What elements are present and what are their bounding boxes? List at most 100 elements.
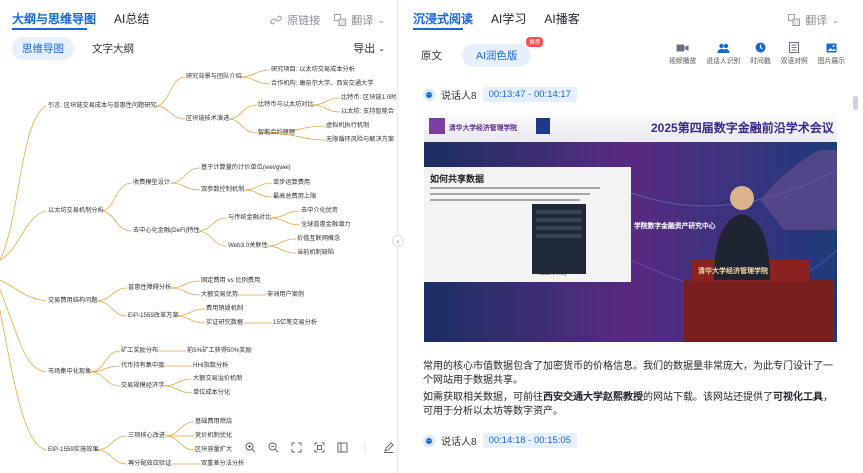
fullscreen-icon[interactable] <box>313 441 325 453</box>
mindmap-node[interactable]: 大额交易优势 <box>201 291 238 299</box>
mindmap-node[interactable]: EIP-1559改革方案 <box>128 312 179 320</box>
mindmap-node[interactable]: 以太坊: 支持智能合 <box>341 108 394 116</box>
speaker-identification-toggle[interactable]: 说话人识别 <box>706 42 740 65</box>
mindmap-view-button[interactable]: 思维导图 <box>12 37 74 60</box>
transcript-paragraph: 如需获取相关数据，可前往西安交通大学赵熙教授的网站下载。该网站还提供了可视化工具… <box>423 391 835 419</box>
translate-label: 翻译 <box>805 15 828 27</box>
mindmap-node[interactable]: 代币持有集中度 <box>121 362 164 370</box>
mindmap-node[interactable]: 区块容量扩大 <box>195 446 232 454</box>
mindmap-node[interactable]: 收费模型设计 <box>133 179 170 187</box>
mindmap-node[interactable]: 交易费用结构问题 <box>48 297 98 305</box>
video-playback-toggle[interactable]: 视频播放 <box>669 42 696 65</box>
source-link-button[interactable]: 原链接 <box>270 12 320 28</box>
timestamp-badge[interactable]: 00:13:47 - 00:14:17 <box>482 87 577 102</box>
link-icon <box>270 15 283 25</box>
export-dropdown[interactable]: 导出 ⌄ <box>353 40 385 56</box>
conference-title: 2025第四届数字金融前沿学术会议 <box>651 121 834 135</box>
users-icon <box>717 42 730 53</box>
mindmap-node[interactable]: 引言: 区块链交易成本与普惠性问题研究 <box>48 102 157 110</box>
text-version-switch: 原文 AI润色版 推荐 <box>411 37 544 67</box>
mindmap-node[interactable]: 双重差分法分析 <box>201 460 244 468</box>
mindmap-node[interactable]: 前5%矿工获得50%奖励 <box>187 347 252 355</box>
mindmap-node[interactable]: 区块链技术演进 <box>186 115 229 123</box>
fit-screen-icon[interactable] <box>290 441 302 453</box>
mindmap-node[interactable]: 市场集中化现象 <box>48 368 91 376</box>
reader-pane: 沉浸式阅读 AI学习 AI播客 翻译 ⌄ 原文 AI润色版 推荐 视频播放 说话… <box>399 0 863 473</box>
mindmap-node[interactable]: 实证研究数据 <box>206 319 243 327</box>
export-label: 导出 <box>353 43 376 55</box>
slide-caption: Data API Key <box>540 271 567 276</box>
mindmap-node[interactable]: 费用销毁机制 <box>206 305 243 313</box>
paragraph-text: 常用的核心市值数据包含了加密货币的价格信息。我们的数据量非常庞大，为此专门设计了… <box>423 361 833 386</box>
mindmap-node[interactable]: 矿工奖励分布 <box>121 347 158 355</box>
mindmap-node[interactable]: 基于计算量的计价单位(wei/gwei) <box>201 164 291 172</box>
highlight-text: 可视化工具 <box>773 392 823 403</box>
mindmap-node[interactable]: 比特币与以太坊对比 <box>258 101 314 109</box>
mindmap-node[interactable]: 研究背景与团队介绍 <box>186 73 242 81</box>
mindmap-node[interactable]: 以太坊交易机制分析 <box>48 207 104 215</box>
mindmap-node[interactable]: 研究项目: 以太坊交易成本分析 <box>271 66 355 74</box>
mindmap-node[interactable]: 大额交易溢价机制 <box>193 375 243 383</box>
original-text-button[interactable]: 原文 <box>411 44 452 67</box>
tab-ai-summary[interactable]: AI总结 <box>114 10 149 27</box>
paragraph-text: 的网站下载。该网站还提供了 <box>643 392 773 403</box>
recommend-badge: 推荐 <box>526 37 544 47</box>
ai-polished-button[interactable]: AI润色版 推荐 <box>462 37 544 67</box>
tab-ai-learning[interactable]: AI学习 <box>491 10 526 27</box>
mindmap-node[interactable]: 去中心化金融(DeFi)特性 <box>133 227 200 235</box>
mindmap-node[interactable]: 全球普惠金融潜力 <box>301 221 351 229</box>
mindmap-node[interactable]: 双参数控制机制 <box>201 186 244 194</box>
timestamp-badge[interactable]: 00:14:18 - 00:15:05 <box>482 433 577 448</box>
image-display-toggle[interactable]: 图片展示 <box>818 42 845 65</box>
mindmap-node[interactable]: 15亿笔交易分析 <box>273 319 317 327</box>
video-frame[interactable]: 2025第四届数字金融前沿学术会议 清华大学经济管理学院 如何共享数据 Data… <box>424 110 837 342</box>
translate-button[interactable]: 翻译 ⌄ <box>788 12 839 28</box>
mindmap-node[interactable]: 单步运算费用 <box>273 179 310 187</box>
layout-icon[interactable] <box>336 441 348 453</box>
timestamp-toggle[interactable]: 时间戳 <box>750 42 771 65</box>
mindmap-node[interactable]: 比特币: 区块链1.0时 <box>341 94 396 102</box>
right-tabs: 沉浸式阅读 AI学习 AI播客 <box>413 10 580 27</box>
mindmap-node[interactable]: EIP-1559实施效果 <box>48 446 99 454</box>
zoom-out-icon[interactable] <box>267 441 279 453</box>
translate-button[interactable]: 翻译 ⌄ <box>334 12 385 28</box>
mindmap-node[interactable]: 最高总费用上限 <box>273 193 316 201</box>
view-mode-switch: 思维导图 文字大纲 <box>12 37 144 60</box>
mindmap-node[interactable]: 去中介化优势 <box>301 207 338 215</box>
mindmap-node[interactable]: 竞价机制优化 <box>195 432 232 440</box>
mindmap-node[interactable]: 合作机构: 康奈尔大学、西安交通大学 <box>271 80 373 88</box>
highlight-text: 西安交通大学赵熙教授 <box>543 392 643 403</box>
mindmap-node[interactable]: 固定费用 vs 比例费用 <box>201 277 260 285</box>
tab-ai-podcast[interactable]: AI播客 <box>544 10 579 27</box>
mindmap-node[interactable]: 普惠性障碍分析 <box>128 284 171 292</box>
edit-icon[interactable] <box>382 441 394 453</box>
mindmap-node[interactable]: 非洲用户案例 <box>267 291 304 299</box>
mindmap-node[interactable]: 无限循环风险与解决方案 <box>326 136 394 144</box>
speaker-name: 说话人8 <box>441 437 477 448</box>
translate-icon <box>334 14 347 26</box>
mindmap-node[interactable]: 三项核心改进 <box>128 432 165 440</box>
tab-immersive-reading[interactable]: 沉浸式阅读 <box>413 10 473 27</box>
mindmap-pane: 大纲与思维导图 AI总结 原链接 翻译 ⌄ 思维导图 文字大纲 导出 ⌄ 引言:… <box>0 0 398 473</box>
mindmap-node[interactable]: 与传统金融对比 <box>228 214 271 222</box>
bilingual-toggle[interactable]: 双语对照 <box>781 42 808 65</box>
zoom-in-icon[interactable] <box>244 441 256 453</box>
scrollbar-thumb[interactable] <box>853 96 858 110</box>
mindmap-node[interactable]: Web3.0关联性 <box>228 242 268 250</box>
mindmap-node[interactable]: 智能合约原理 <box>258 129 295 137</box>
mindmap-node[interactable]: 虚拟机执行机制 <box>326 122 369 130</box>
tab-outline-mindmap[interactable]: 大纲与思维导图 <box>12 10 96 27</box>
image-icon <box>825 42 838 53</box>
mindmap-node[interactable]: 再分配效应验证 <box>128 460 171 468</box>
mindmap-node[interactable]: 单位成本分化 <box>193 389 230 397</box>
speaker-icon <box>423 88 435 101</box>
mindmap-node[interactable]: 价值互联网概念 <box>297 235 340 243</box>
mindmap-canvas[interactable]: 引言: 区块链交易成本与普惠性问题研究 研究背景与团队介绍 研究项目: 以太坊交… <box>0 60 398 473</box>
mindmap-node[interactable]: 基础费用燃烧 <box>195 418 232 426</box>
text-outline-view-button[interactable]: 文字大纲 <box>82 37 144 60</box>
mindmap-node[interactable]: HHI指数分析 <box>193 362 228 370</box>
mindmap-node[interactable]: 当前机制缺陷 <box>297 249 334 257</box>
mindmap-node[interactable]: 交易规模经济学 <box>121 382 164 390</box>
image-display-label: 图片展示 <box>817 58 845 65</box>
timestamp-label: 时间戳 <box>750 58 771 65</box>
